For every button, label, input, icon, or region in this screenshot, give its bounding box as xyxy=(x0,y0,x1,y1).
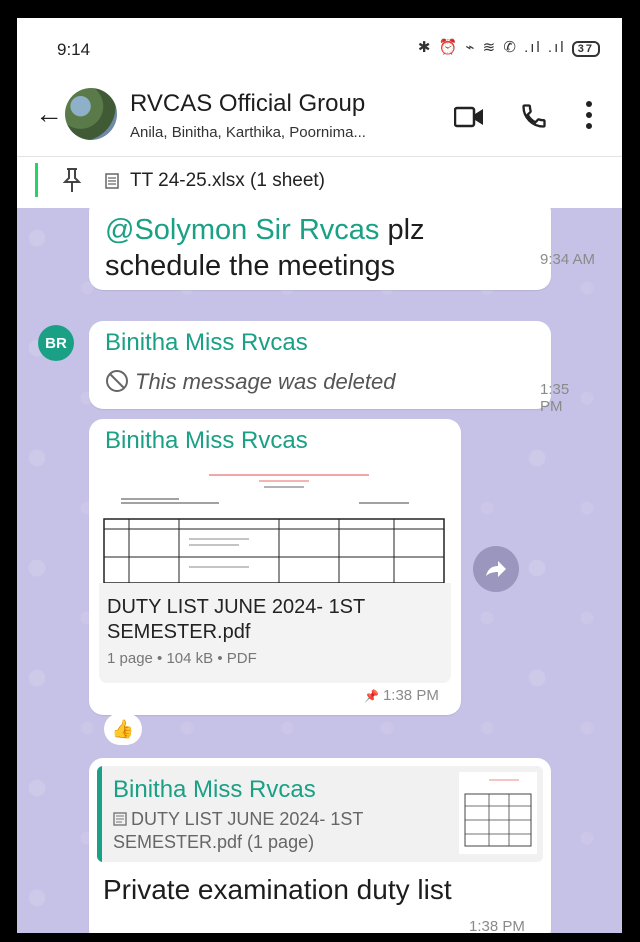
message-time: 9:34 AM xyxy=(540,251,596,268)
document-page-preview xyxy=(103,474,445,583)
pinned-small-icon: 📌 xyxy=(364,689,379,703)
voice-call-icon[interactable] xyxy=(520,102,548,130)
pin-icon[interactable] xyxy=(63,167,81,193)
message-time-text: 1:38 PM xyxy=(382,687,439,704)
message-text: @Solymon Sir Rvcas plz schedule the meet… xyxy=(105,212,425,284)
chat-messages[interactable]: @Solymon Sir Rvcas plz schedule the meet… xyxy=(17,208,622,933)
document-message-bubble[interactable]: Binitha Miss Rvcas DUTY LIST JUNE 2024- … xyxy=(89,419,461,715)
deleted-message-text: This message was deleted xyxy=(135,369,396,394)
battery-icon: 37 xyxy=(571,41,600,57)
message-bubble[interactable]: @Solymon Sir Rvcas plz schedule the meet… xyxy=(89,208,595,290)
sender-name[interactable]: Binitha Miss Rvcas xyxy=(105,329,308,357)
more-options-icon[interactable] xyxy=(585,100,593,130)
message-text-part: plz xyxy=(379,214,425,246)
status-icons: ✱ ⏰ ⌁ ≋ ✆ .ıl .ıl 37 xyxy=(418,38,600,57)
chat-participants[interactable]: Anila, Binitha, Karthika, Poornima... xyxy=(130,124,366,141)
spreadsheet-icon xyxy=(105,173,119,189)
forward-icon xyxy=(486,561,506,577)
quoted-document-thumbnail xyxy=(459,772,537,854)
thumbnail-page xyxy=(464,779,532,847)
pinned-message-bar[interactable]: TT 24-25.xlsx (1 sheet) xyxy=(17,156,622,209)
message-time: 1:35 PM xyxy=(540,381,570,415)
pinned-indicator xyxy=(35,163,38,197)
mention-link[interactable]: @Solymon Sir Rvcas xyxy=(105,214,379,246)
pdf-preview-thumbnail[interactable] xyxy=(99,467,451,584)
reply-message-bubble[interactable]: Binitha Miss Rvcas DUTY LIST JUNE 2024- … xyxy=(89,758,551,933)
status-bar: 9:14 ✱ ⏰ ⌁ ≋ ✆ .ıl .ıl 37 xyxy=(17,18,622,76)
message-text: Private examination duty list xyxy=(103,874,452,905)
group-avatar[interactable] xyxy=(65,88,117,140)
status-icon-set: ✱ ⏰ ⌁ ≋ ✆ .ıl .ıl xyxy=(417,39,566,56)
message-time: 1:38 PM xyxy=(469,918,525,933)
quoted-text: DUTY LIST JUNE 2024- 1ST SEMESTER.pdf (1… xyxy=(113,808,433,854)
prohibited-icon xyxy=(106,370,128,392)
sender-name[interactable]: Binitha Miss Rvcas xyxy=(105,427,308,455)
back-arrow-icon[interactable]: ← xyxy=(35,98,63,130)
message-bubble[interactable]: Binitha Miss Rvcas This message was dele… xyxy=(89,321,569,415)
forward-button[interactable] xyxy=(473,546,519,592)
deleted-message: This message was deleted xyxy=(105,369,395,395)
status-time: 9:14 xyxy=(57,40,91,59)
pinned-message-text: TT 24-25.xlsx (1 sheet) xyxy=(130,170,326,191)
video-call-icon[interactable] xyxy=(454,106,484,128)
document-icon xyxy=(113,812,127,826)
quoted-message[interactable]: Binitha Miss Rvcas DUTY LIST JUNE 2024- … xyxy=(97,766,543,862)
chat-header: ← RVCAS Official Group Anila, Binitha, K… xyxy=(17,76,622,156)
document-meta: 1 page • 104 kB • PDF xyxy=(107,650,257,667)
quote-accent-bar xyxy=(97,766,102,862)
document-info[interactable]: DUTY LIST JUNE 2024- 1ST SEMESTER.pdf 1 … xyxy=(99,583,451,683)
sender-avatar[interactable]: BR xyxy=(38,325,74,361)
phone-screen: 9:14 ✱ ⏰ ⌁ ≋ ✆ .ıl .ıl 37 ← RVCAS Offici… xyxy=(17,18,622,933)
document-name: DUTY LIST JUNE 2024- 1ST SEMESTER.pdf xyxy=(107,596,365,643)
quoted-sender-name: Binitha Miss Rvcas xyxy=(113,776,316,803)
reaction-badge[interactable]: 👍 xyxy=(104,713,142,745)
message-text-line2: schedule the meetings xyxy=(105,250,396,282)
message-time: 📌 1:38 PM xyxy=(364,687,439,704)
quoted-text-value: DUTY LIST JUNE 2024- 1ST SEMESTER.pdf (1… xyxy=(113,809,364,852)
chat-title[interactable]: RVCAS Official Group xyxy=(130,90,365,118)
